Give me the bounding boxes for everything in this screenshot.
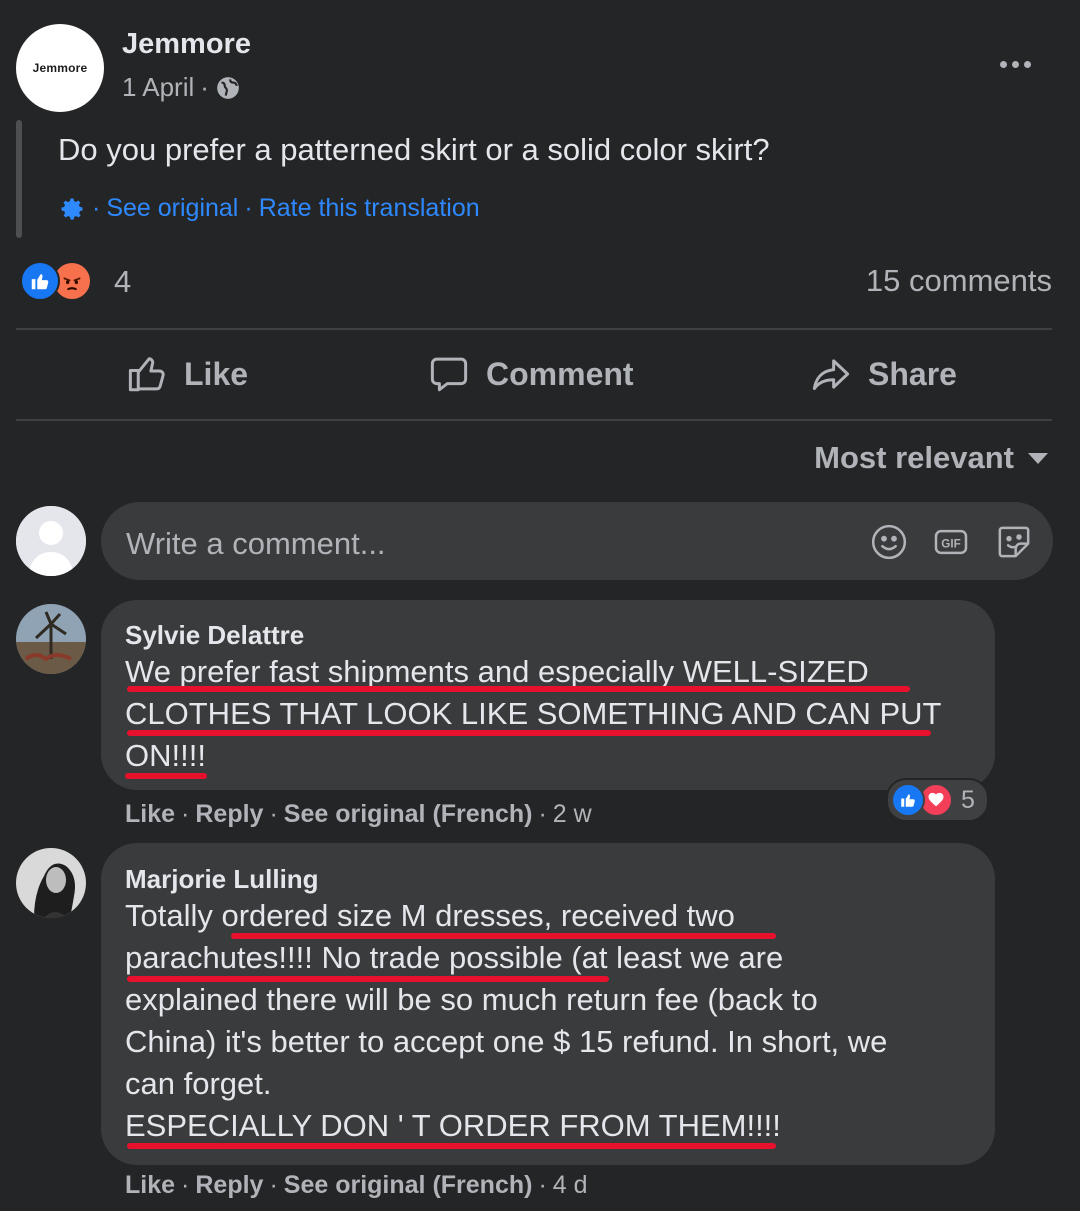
commenter-avatar[interactable]	[16, 848, 86, 918]
red-underline	[127, 730, 931, 736]
comment-like-link[interactable]: Like	[125, 1171, 175, 1199]
like-icon	[20, 261, 60, 301]
comment-text-line: China) it's better to accept one $ 15 re…	[125, 1024, 888, 1059]
translation-quote-bar	[16, 120, 22, 238]
gif-icon[interactable]: GIF	[931, 522, 971, 562]
chevron-down-icon	[1028, 452, 1048, 464]
comment-actions: Like · Reply · See original (French) · 2 w	[125, 800, 592, 829]
red-underline	[127, 1143, 776, 1149]
divider	[16, 419, 1052, 421]
sort-label: Most relevant	[814, 440, 1014, 475]
svg-text:GIF: GIF	[941, 538, 960, 551]
comment-like-link[interactable]: Like	[125, 800, 175, 828]
user-avatar[interactable]	[16, 506, 86, 576]
share-button[interactable]: Share	[810, 340, 957, 408]
like-button[interactable]: Like	[126, 340, 248, 408]
page-name[interactable]: Jemmore	[122, 28, 251, 61]
comment-button[interactable]: Comment	[428, 340, 634, 408]
comment-text-line: Totally ordered size M dresses, received…	[125, 898, 735, 933]
translation-separator: ·	[92, 194, 101, 222]
comment-label: Comment	[486, 355, 634, 392]
comment-text-line: ESPECIALLY DON ' T ORDER FROM THEM!!!!	[125, 1108, 781, 1143]
comment-see-original-link[interactable]: See original (French)	[284, 1171, 533, 1199]
default-avatar-icon	[16, 506, 86, 576]
comment-text-line: can forget.	[125, 1066, 272, 1101]
emoji-icon[interactable]	[869, 522, 909, 562]
dot	[1023, 60, 1031, 68]
rate-translation-link[interactable]: Rate this translation	[259, 194, 480, 223]
red-underline	[127, 976, 609, 982]
comment-time[interactable]: 4 d	[553, 1171, 588, 1199]
comment-reactions[interactable]: 5	[886, 778, 989, 822]
red-underline	[231, 933, 776, 939]
comment-text-line: CLOTHES THAT LOOK LIKE SOMETHING AND CAN…	[125, 696, 942, 731]
comment-reply-link[interactable]: Reply	[195, 1171, 263, 1199]
dot	[999, 60, 1007, 68]
translation-row: · See original · Rate this translation	[58, 194, 480, 223]
avatar-photo	[16, 848, 86, 918]
translation-separator: ·	[244, 194, 253, 222]
sticker-icon[interactable]	[994, 522, 1034, 562]
comment-see-original-link[interactable]: See original (French)	[284, 800, 533, 828]
comment-author[interactable]: Marjorie Lulling	[125, 864, 319, 895]
page-avatar-logo-text: Jemmore	[32, 61, 88, 75]
like-icon	[891, 783, 925, 817]
separator: ·	[538, 1171, 547, 1199]
comment-text-line: We prefer fast shipments and especially …	[125, 654, 869, 689]
post-date[interactable]: 1 April	[122, 72, 194, 103]
comment-reply-link[interactable]: Reply	[195, 800, 263, 828]
separator: ·	[538, 800, 547, 828]
see-original-link[interactable]: See original	[106, 194, 238, 223]
comment-time[interactable]: 2 w	[553, 800, 592, 828]
divider	[16, 328, 1052, 330]
separator: ·	[269, 1171, 278, 1199]
globe-icon	[217, 76, 239, 99]
red-underline	[125, 773, 207, 779]
share-label: Share	[868, 355, 957, 392]
dot	[1011, 60, 1019, 68]
comment-icon	[430, 357, 468, 392]
post-text: Do you prefer a patterned skirt or a sol…	[58, 132, 770, 167]
page-avatar[interactable]: Jemmore	[16, 24, 104, 112]
gear-icon[interactable]	[58, 195, 86, 223]
comment-actions: Like · Reply · See original (French) · 4 d	[125, 1171, 588, 1200]
commenter-avatar[interactable]	[16, 604, 86, 674]
comment-text-line: parachutes!!!! No trade possible (at lea…	[125, 940, 784, 975]
meta-separator: ·	[200, 72, 209, 102]
red-underline	[127, 686, 910, 692]
comment-author[interactable]: Sylvie Delattre	[125, 620, 304, 651]
separator: ·	[181, 1171, 190, 1199]
more-options-button[interactable]	[992, 48, 1038, 80]
comment-placeholder: Write a comment...	[126, 526, 386, 561]
like-label: Like	[184, 355, 249, 392]
share-icon	[812, 359, 850, 391]
comment-text-line: ON!!!!	[125, 738, 206, 773]
reaction-count[interactable]: 4	[114, 264, 131, 300]
comments-count[interactable]: 15 comments	[866, 263, 1052, 299]
separator: ·	[181, 800, 190, 828]
comment-text-line: explained there will be so much return f…	[125, 982, 818, 1017]
avatar-photo	[16, 604, 86, 674]
post-reactions[interactable]	[20, 261, 92, 301]
sort-dropdown[interactable]: Most relevant	[814, 440, 1048, 476]
thumbs-up-icon	[128, 357, 165, 392]
separator: ·	[269, 800, 278, 828]
post-meta: 1 April ·	[122, 72, 241, 103]
comment-reaction-count: 5	[961, 785, 975, 814]
